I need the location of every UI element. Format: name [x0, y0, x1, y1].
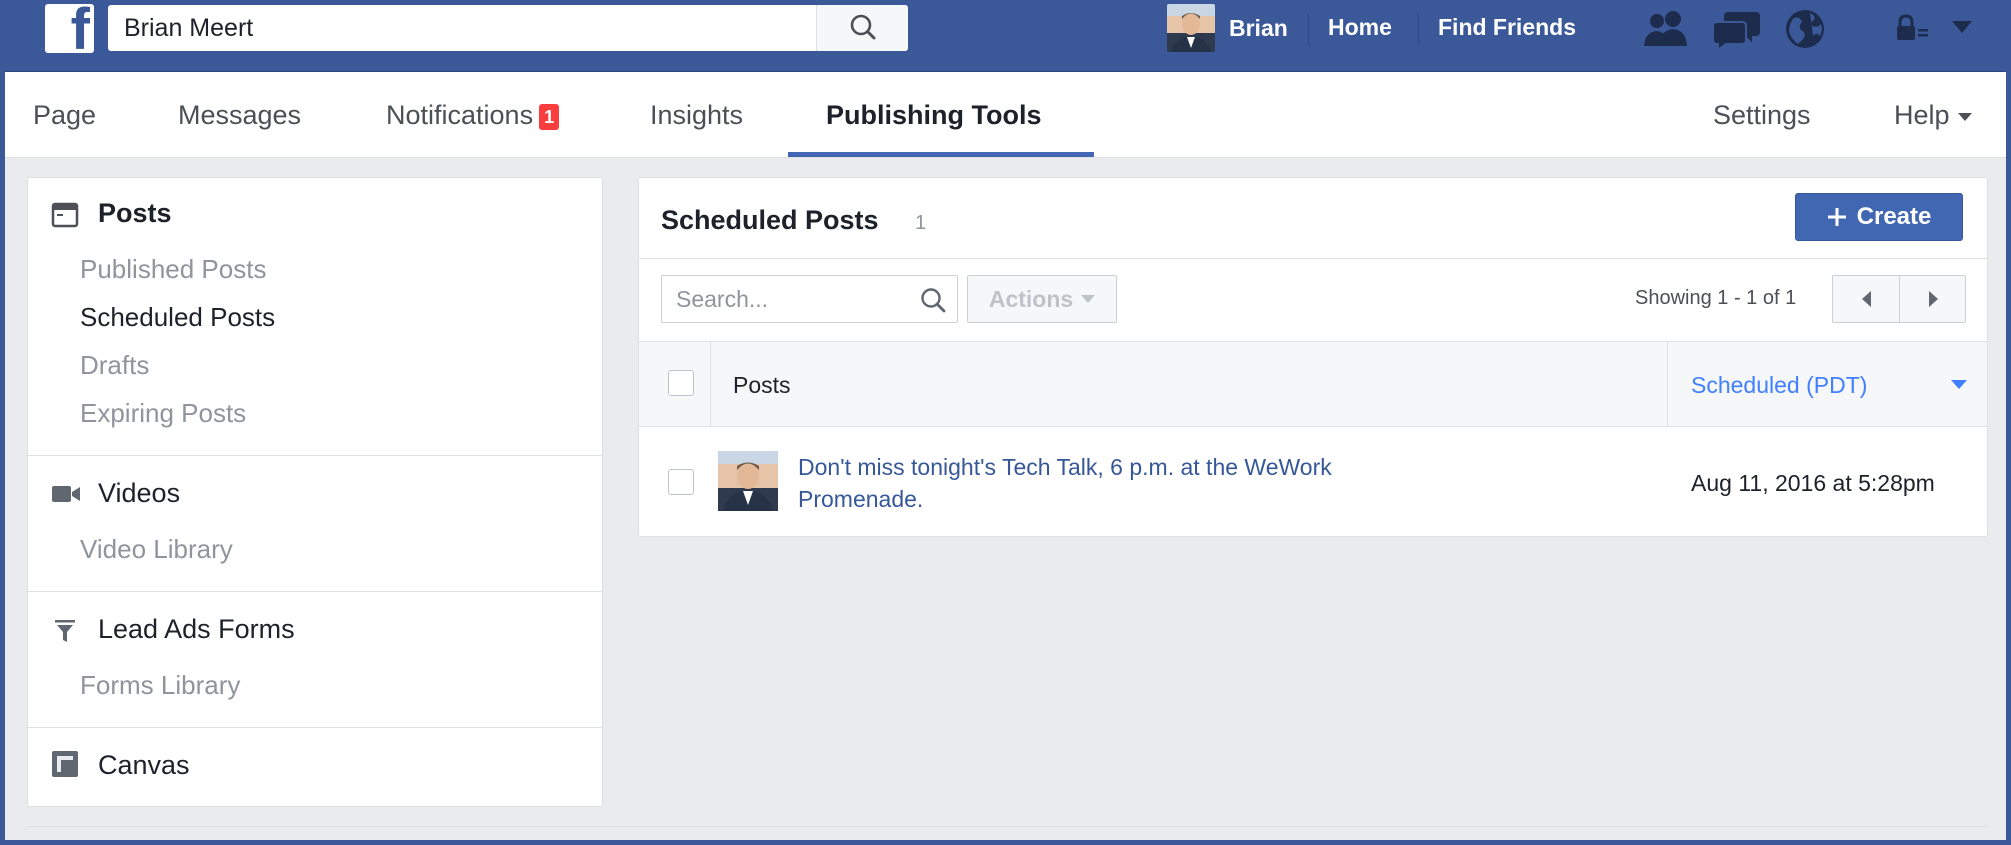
tab-page[interactable]: Page [33, 100, 96, 131]
select-all-checkbox[interactable] [668, 370, 694, 396]
tab-help-label: Help [1894, 100, 1950, 130]
scheduled-count: 1 [915, 212, 927, 234]
tab-notifications[interactable]: Notifications 1 [386, 100, 560, 131]
canvas-icon [52, 751, 78, 777]
globe-icon[interactable] [1784, 8, 1826, 50]
profile-link[interactable]: Brian [1167, 3, 1288, 53]
post-scheduled-time: Aug 11, 2016 at 5:28pm [1691, 470, 1935, 496]
sidebar-divider [28, 455, 602, 456]
sidebar-heading-lead-ads-forms[interactable]: Lead Ads Forms [98, 614, 295, 645]
filter-funnel-icon [55, 620, 75, 642]
posts-icon [51, 202, 79, 228]
video-camera-icon [52, 486, 80, 502]
friends-icon[interactable] [1641, 8, 1691, 48]
sidebar-item-scheduled-posts[interactable]: Scheduled Posts [80, 302, 275, 333]
sidebar-item-published-posts[interactable]: Published Posts [80, 254, 266, 285]
pagination-status: Showing 1 - 1 of 1 [1635, 287, 1797, 309]
messages-icon[interactable] [1712, 8, 1762, 52]
posts-search-input[interactable] [662, 276, 902, 322]
sidebar-item-forms-library[interactable]: Forms Library [80, 670, 240, 701]
sort-caret-icon[interactable] [1951, 380, 1967, 389]
panel-divider [639, 258, 1987, 259]
tab-notifications-label: Notifications [386, 100, 534, 130]
tab-help[interactable]: Help [1894, 100, 1972, 131]
account-caret-icon[interactable] [1951, 20, 1973, 34]
sidebar-heading-canvas[interactable]: Canvas [98, 750, 190, 781]
sidebar-divider [28, 727, 602, 728]
active-tab-indicator [788, 152, 1094, 157]
page-bottom-divider [27, 826, 1988, 827]
previous-page-button[interactable] [1833, 276, 1899, 322]
global-search [108, 5, 908, 51]
find-friends-link[interactable]: Find Friends [1438, 14, 1576, 41]
chevron-right-icon [1928, 291, 1938, 307]
page-title: Scheduled Posts [661, 205, 879, 235]
column-header-posts: Posts [733, 372, 791, 398]
column-header-scheduled[interactable]: Scheduled (PDT) [1691, 372, 1867, 399]
tab-settings[interactable]: Settings [1713, 100, 1811, 131]
profile-name: Brian [1229, 14, 1288, 41]
column-divider [1667, 342, 1668, 426]
top-bar: f Brian Home Find [5, 0, 2006, 72]
page-tab-bar: Page Messages Notifications 1 Insights Pu… [5, 72, 2006, 158]
row-select-checkbox[interactable] [668, 469, 694, 495]
avatar [1167, 4, 1215, 52]
chevron-left-icon [1861, 291, 1871, 307]
nav-divider [1418, 14, 1419, 46]
plus-icon [1827, 208, 1846, 226]
actions-dropdown[interactable]: Actions [967, 275, 1117, 323]
sidebar-item-expiring-posts[interactable]: Expiring Posts [80, 398, 246, 429]
sidebar-heading-videos[interactable]: Videos [98, 478, 180, 509]
next-page-button[interactable] [1900, 276, 1966, 322]
post-thumbnail[interactable] [718, 451, 778, 511]
app-frame: f Brian Home Find [5, 0, 2006, 840]
home-link[interactable]: Home [1328, 14, 1392, 41]
column-divider [710, 342, 711, 426]
sidebar-item-video-library[interactable]: Video Library [80, 534, 233, 565]
privacy-lock-icon[interactable] [1895, 14, 1929, 44]
global-search-button[interactable] [816, 5, 908, 51]
notification-count-badge: 1 [539, 103, 560, 130]
search-icon[interactable] [919, 286, 947, 314]
sidebar-heading-posts: Posts [98, 198, 172, 228]
global-search-input[interactable] [108, 5, 908, 51]
chevron-down-icon [1957, 112, 1972, 121]
create-post-label: Create [1856, 203, 1932, 230]
search-icon [850, 14, 876, 40]
tab-insights[interactable]: Insights [650, 100, 743, 131]
sidebar-item-drafts[interactable]: Drafts [80, 350, 149, 381]
posts-search [661, 275, 958, 323]
nav-divider [1308, 14, 1309, 46]
post-link[interactable]: Don't miss tonight's Tech Talk, 6 p.m. a… [798, 451, 1398, 515]
create-post-button[interactable]: Create [1795, 193, 1963, 241]
scheduled-posts-panel: Scheduled Posts 1 Create Actions Showing… [638, 177, 1988, 537]
tab-publishing-tools[interactable]: Publishing Tools [826, 100, 1042, 131]
sidebar-divider [28, 591, 602, 592]
publishing-sidebar: Posts Published Posts Scheduled Posts Dr… [27, 177, 603, 807]
facebook-logo-glyph: f [70, 0, 90, 62]
posts-table-header: Posts Scheduled (PDT) [639, 341, 1987, 427]
actions-label: Actions [988, 285, 1074, 312]
tab-messages[interactable]: Messages [178, 100, 301, 131]
facebook-logo[interactable]: f [45, 1, 94, 59]
chevron-down-icon [1081, 295, 1096, 303]
pagination-controls [1832, 275, 1966, 323]
